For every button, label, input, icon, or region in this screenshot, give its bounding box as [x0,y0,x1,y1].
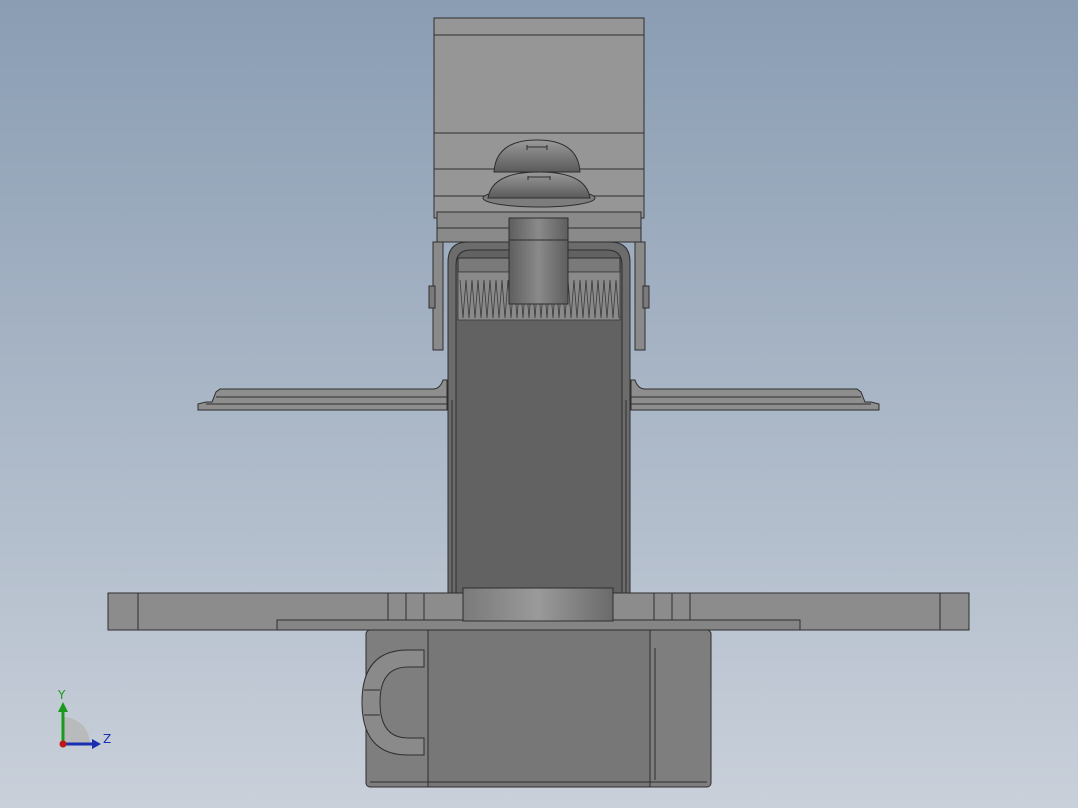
triad-y-label: Y [58,688,66,702]
roller[interactable] [462,587,614,622]
top-clamp-block[interactable] [433,17,645,243]
graphics-viewport[interactable]: Y Z [0,0,1078,808]
triad-z-label: Z [103,732,112,746]
triad-origin [59,740,67,748]
screw-shaft[interactable] [508,217,569,305]
